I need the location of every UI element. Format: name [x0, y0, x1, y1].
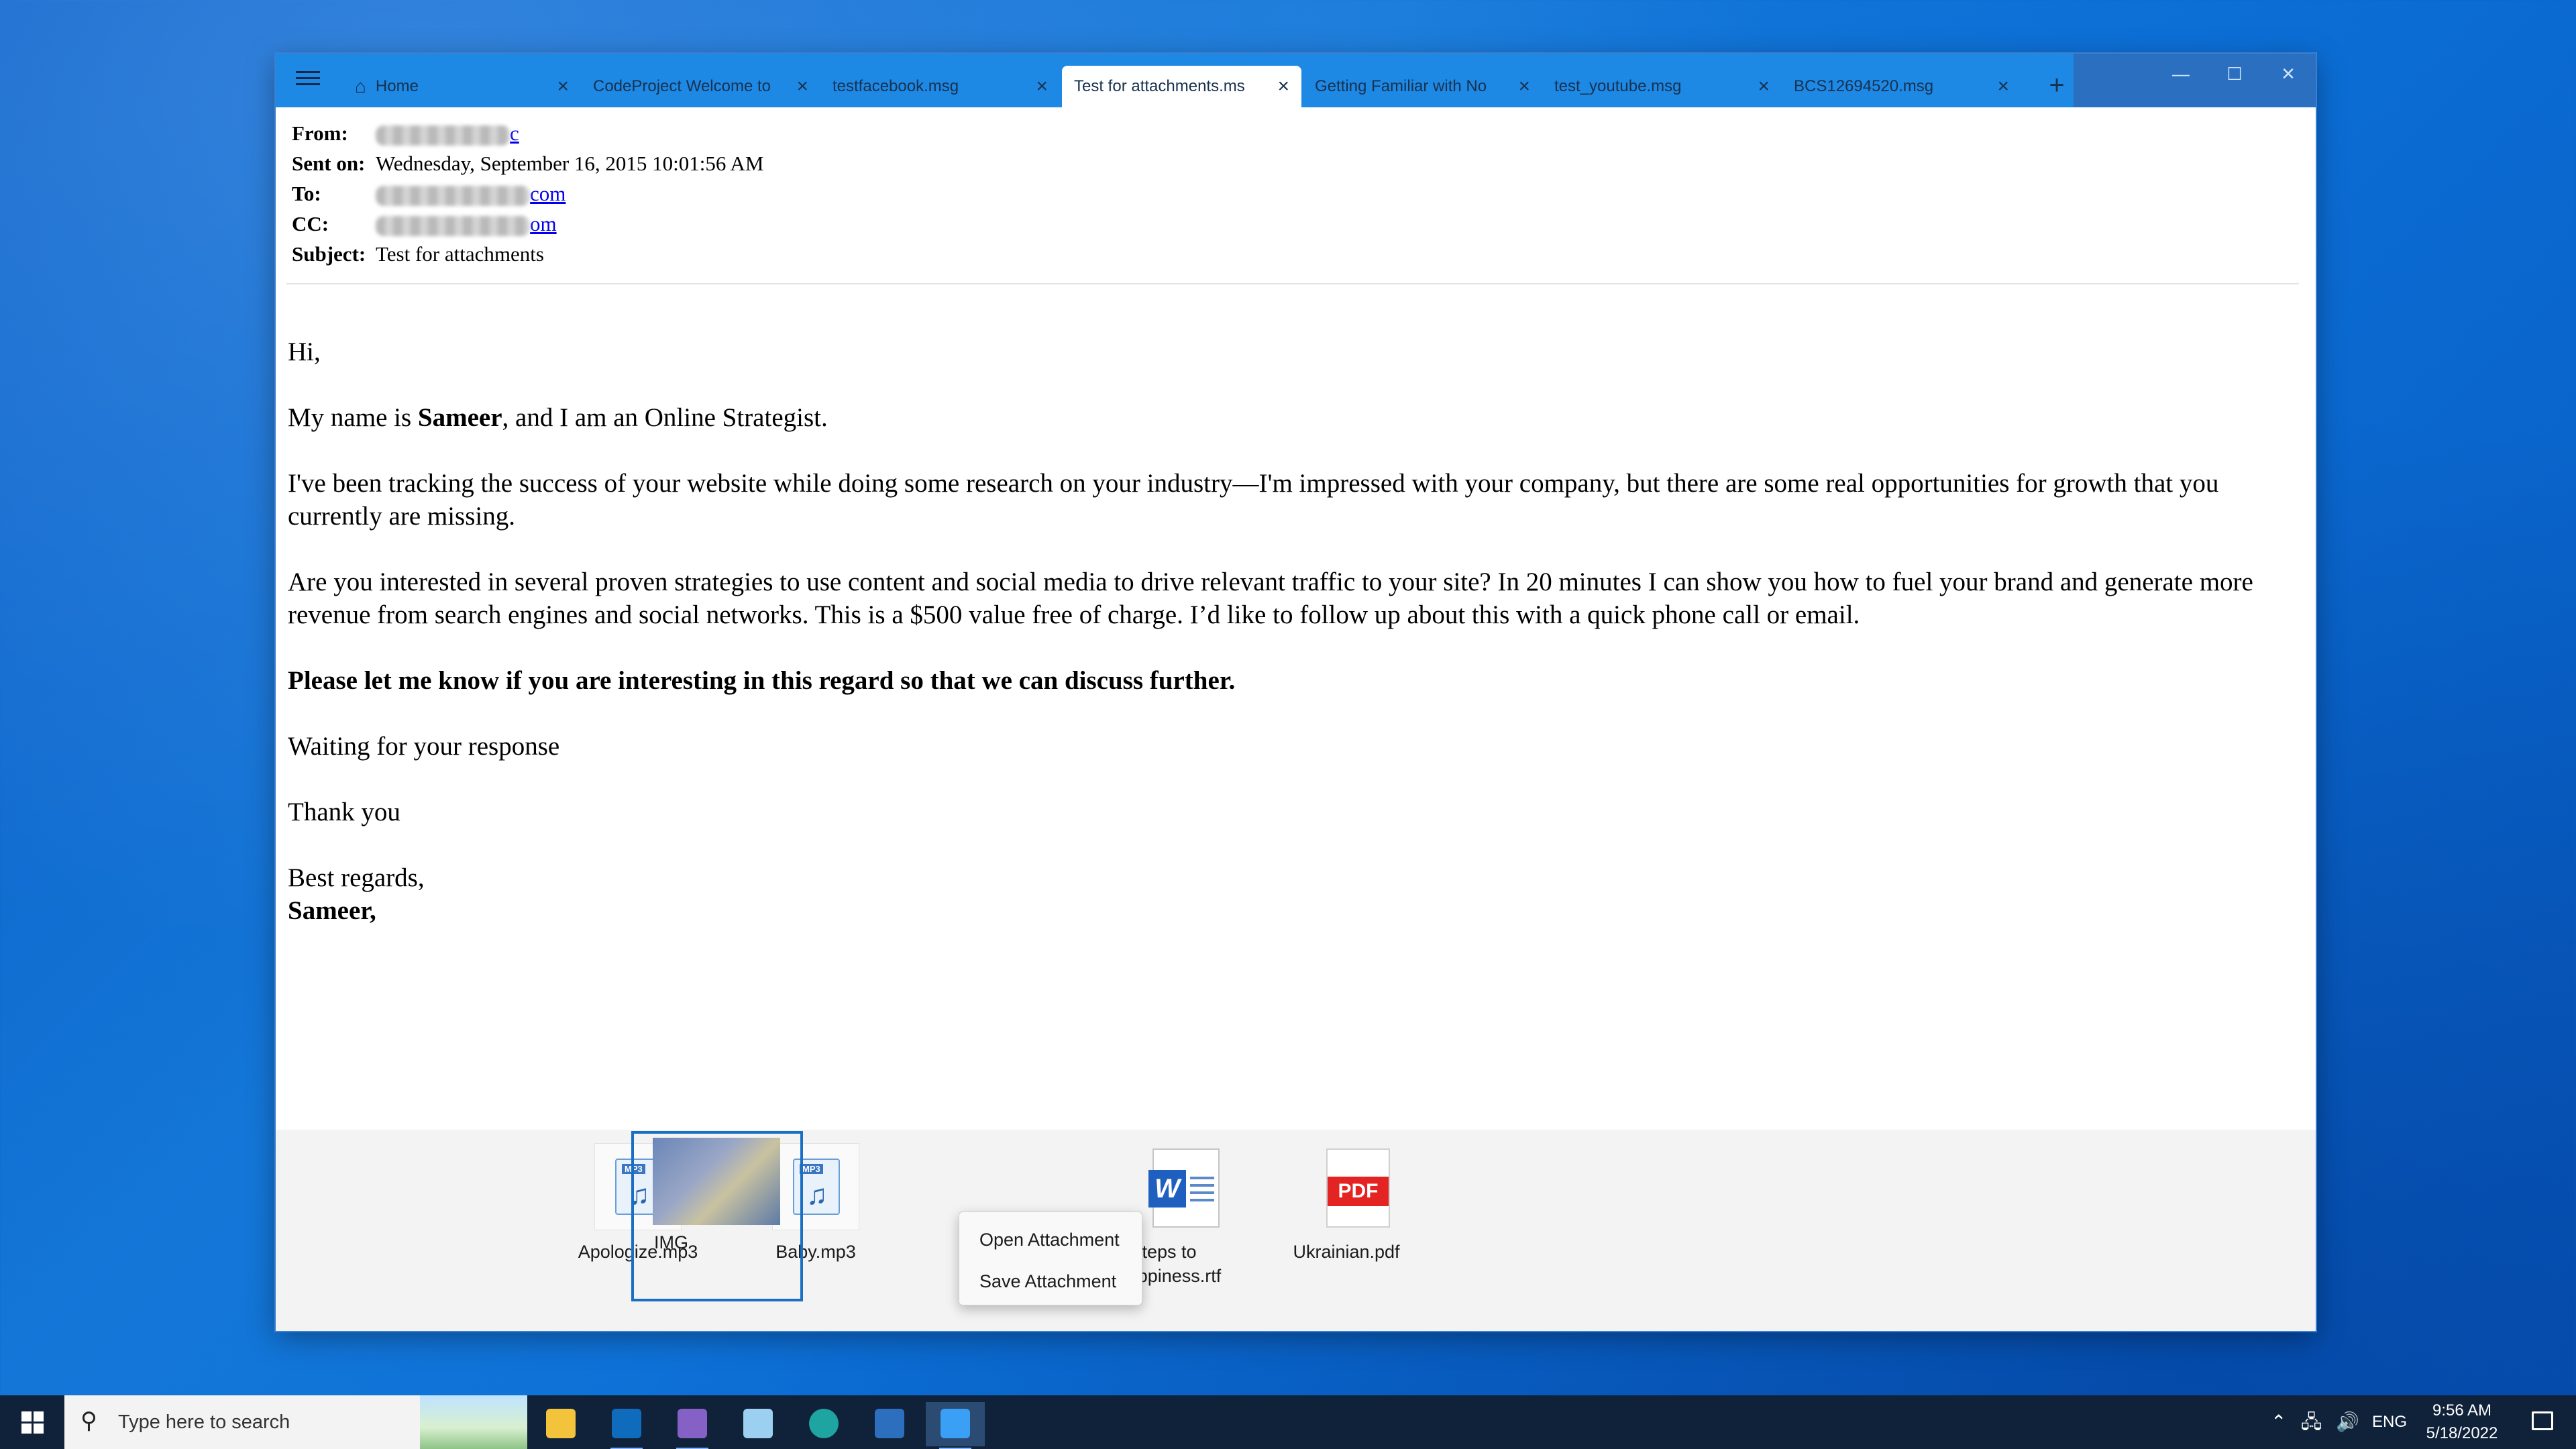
outlook-icon[interactable] — [597, 1402, 656, 1449]
windows-logo-icon — [21, 1411, 44, 1434]
subject-value: Test for attachments — [376, 242, 544, 266]
taskbar: ⚲ Type here to search ⌃ 🖧 🔊 ENG 9:56 AM … — [0, 1395, 2576, 1449]
tab-close-icon[interactable]: × — [1277, 66, 1289, 107]
sent-on-value: Wednesday, September 16, 2015 10:01:56 A… — [376, 152, 764, 175]
body-paragraph: Waiting for your response — [288, 732, 560, 761]
attachment-img[interactable]: IMG — [631, 1131, 803, 1301]
show-hidden-icons-chevron-icon[interactable]: ⌃ — [2271, 1395, 2286, 1449]
message-body: Hi, My name is Sameer, and I am an Onlin… — [288, 335, 2307, 960]
photos-icon[interactable] — [860, 1402, 919, 1446]
open-attachment-menu-item[interactable]: Open Attachment — [959, 1219, 1142, 1260]
home-icon: ⌂ — [355, 76, 366, 97]
from-row: From: c — [292, 121, 519, 146]
attachment-ukrainian-pdf[interactable]: PDF Ukrainian.pdf — [1266, 1143, 1427, 1264]
redacted-recipient — [376, 185, 530, 206]
search-highlight-illustration — [420, 1395, 527, 1449]
redacted-sender — [376, 125, 510, 146]
tab-close-icon[interactable]: × — [1997, 66, 2009, 107]
notification-center-icon[interactable] — [2509, 1395, 2576, 1449]
msg-viewer-taskbar-icon[interactable] — [926, 1402, 985, 1449]
greeting: Hi, — [288, 337, 321, 366]
body-paragraph: I've been tracking the success of your w… — [288, 469, 2219, 531]
search-icon: ⚲ — [80, 1408, 97, 1434]
subject-row: Subject: Test for attachments — [292, 242, 544, 266]
tab-test-for-attachments[interactable]: Test for attachments.ms × — [1062, 66, 1301, 107]
tab-codeproject[interactable]: CodeProject Welcome to × — [581, 66, 820, 107]
visual-studio-icon[interactable] — [663, 1402, 722, 1449]
to-link[interactable]: com — [530, 182, 566, 205]
tab-home[interactable]: ⌂ Home × — [343, 66, 581, 107]
tab-close-icon[interactable]: × — [1036, 66, 1048, 107]
volume-icon[interactable]: 🔊 — [2336, 1395, 2359, 1449]
body-paragraph-bold: Please let me know if you are interestin… — [288, 666, 1236, 695]
cc-link[interactable]: om — [530, 212, 557, 235]
tab-bcs12694520[interactable]: BCS12694520.msg × — [1782, 66, 2021, 107]
new-tab-button[interactable]: + — [2040, 66, 2074, 107]
taskbar-clock[interactable]: 9:56 AM 5/18/2022 — [2402, 1399, 2522, 1445]
message-header: From: c Sent on: Wednesday, September 16, … — [292, 118, 2298, 269]
file-explorer-icon[interactable] — [531, 1402, 590, 1446]
body-paragraph: Are you interested in several proven str… — [288, 568, 2253, 629]
save-attachment-menu-item[interactable]: Save Attachment — [959, 1260, 1142, 1302]
attachment-context-menu: Open Attachment Save Attachment — [959, 1212, 1142, 1305]
maximize-button[interactable]: ☐ — [2208, 59, 2261, 89]
to-row: To: com — [292, 182, 566, 206]
sent-on-row: Sent on: Wednesday, September 16, 2015 10… — [292, 152, 764, 175]
tab-getting-familiar[interactable]: Getting Familiar with No × — [1303, 66, 1542, 107]
image-thumbnail-icon — [653, 1138, 780, 1225]
redacted-cc — [376, 215, 530, 236]
start-button[interactable] — [0, 1395, 64, 1449]
tab-close-icon[interactable]: × — [1518, 66, 1530, 107]
header-divider — [286, 283, 2299, 284]
close-window-button[interactable]: ✕ — [2261, 59, 2315, 89]
tab-test-youtube[interactable]: test_youtube.msg × — [1542, 66, 1782, 107]
signature-block: Best regards, Sameer, — [288, 863, 425, 925]
pdf-file-icon: PDF — [1326, 1148, 1390, 1228]
body-paragraph: Thank you — [288, 798, 400, 826]
notepad-icon[interactable] — [729, 1402, 788, 1446]
network-icon[interactable]: 🖧 — [2301, 1395, 2322, 1449]
tab-testfacebook[interactable]: testfacebook.msg × — [820, 66, 1060, 107]
tab-bar: ⌂ Home × CodeProject Welcome to × testfac… — [276, 54, 2316, 107]
intro-paragraph: My name is Sameer, and I am an Online St… — [288, 403, 828, 432]
minimize-button[interactable]: — — [2154, 59, 2208, 89]
hamburger-menu-icon[interactable] — [292, 67, 324, 94]
tab-close-icon[interactable]: × — [796, 66, 808, 107]
tab-close-icon[interactable]: × — [557, 66, 569, 107]
cc-row: CC: om — [292, 212, 557, 236]
attachments-bar: MP3 ♫ Apologize.mp3 MP3 ♫ Baby.mp3 IMG W t… — [276, 1130, 2316, 1331]
tab-close-icon[interactable]: × — [1758, 66, 1770, 107]
msg-viewer-window: ⌂ Home × CodeProject Welcome to × testfac… — [276, 54, 2316, 1331]
taskbar-search-box[interactable]: ⚲ Type here to search — [64, 1395, 527, 1449]
word-document-icon: W — [1148, 1148, 1220, 1228]
from-link[interactable]: c — [510, 121, 519, 145]
edge-browser-icon[interactable] — [794, 1402, 853, 1446]
